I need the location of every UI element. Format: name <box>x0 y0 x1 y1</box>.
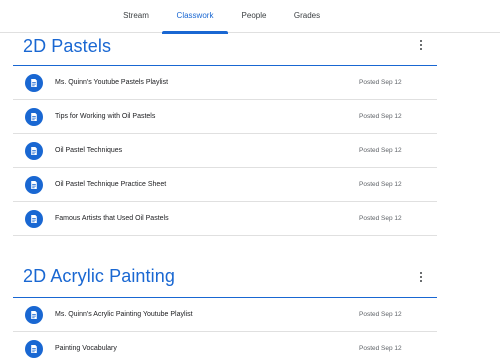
tab-stream[interactable]: Stream <box>113 0 159 33</box>
classwork-item[interactable]: Tips for Working with Oil Pastels Posted… <box>13 100 437 134</box>
material-icon <box>25 176 43 194</box>
tab-people[interactable]: People <box>232 0 276 33</box>
material-icon <box>25 74 43 92</box>
item-title: Oil Pastel Techniques <box>55 147 123 154</box>
item-title: Famous Artists that Used Oil Pastels <box>55 215 169 222</box>
item-title: Painting Vocabulary <box>55 345 117 352</box>
item-title: Ms. Quinn's Youtube Pastels Playlist <box>55 79 169 86</box>
classwork-item[interactable]: Famous Artists that Used Oil Pastels Pos… <box>13 202 437 236</box>
posted-date: Posted Sep 12 <box>359 345 402 352</box>
topic-title: 2D Pastels <box>23 36 112 56</box>
item-title: Ms. Quinn's Acrylic Painting Youtube Pla… <box>55 311 193 318</box>
classwork-item[interactable]: Ms. Quinn's Acrylic Painting Youtube Pla… <box>13 298 437 332</box>
posted-date: Posted Sep 12 <box>359 113 402 120</box>
tab-classwork[interactable]: Classwork <box>162 0 228 34</box>
posted-date: Posted Sep 12 <box>359 215 402 222</box>
tab-grades[interactable]: Grades <box>284 0 330 33</box>
more-vert-icon[interactable] <box>415 271 427 285</box>
posted-date: Posted Sep 12 <box>359 181 402 188</box>
classwork-item[interactable]: Ms. Quinn's Youtube Pastels Playlist Pos… <box>13 66 437 100</box>
classwork-item[interactable]: Painting Vocabulary Posted Sep 12 <box>13 332 437 359</box>
material-icon <box>25 306 43 324</box>
material-icon <box>25 210 43 228</box>
classwork-tab-bar: Stream Classwork People Grades <box>0 0 500 34</box>
posted-date: Posted Sep 12 <box>359 147 402 154</box>
classwork-item[interactable]: Oil Pastel Techniques Posted Sep 12 <box>13 134 437 168</box>
posted-date: Posted Sep 12 <box>359 79 402 86</box>
material-icon <box>25 340 43 358</box>
item-title: Tips for Working with Oil Pastels <box>55 113 156 120</box>
topic-title: 2D Acrylic Painting <box>23 266 175 286</box>
material-icon <box>25 108 43 126</box>
classwork-item[interactable]: Oil Pastel Technique Practice Sheet Post… <box>13 168 437 202</box>
more-vert-icon[interactable] <box>415 39 427 53</box>
material-icon <box>25 142 43 160</box>
item-title: Oil Pastel Technique Practice Sheet <box>55 181 167 188</box>
posted-date: Posted Sep 12 <box>359 311 402 318</box>
